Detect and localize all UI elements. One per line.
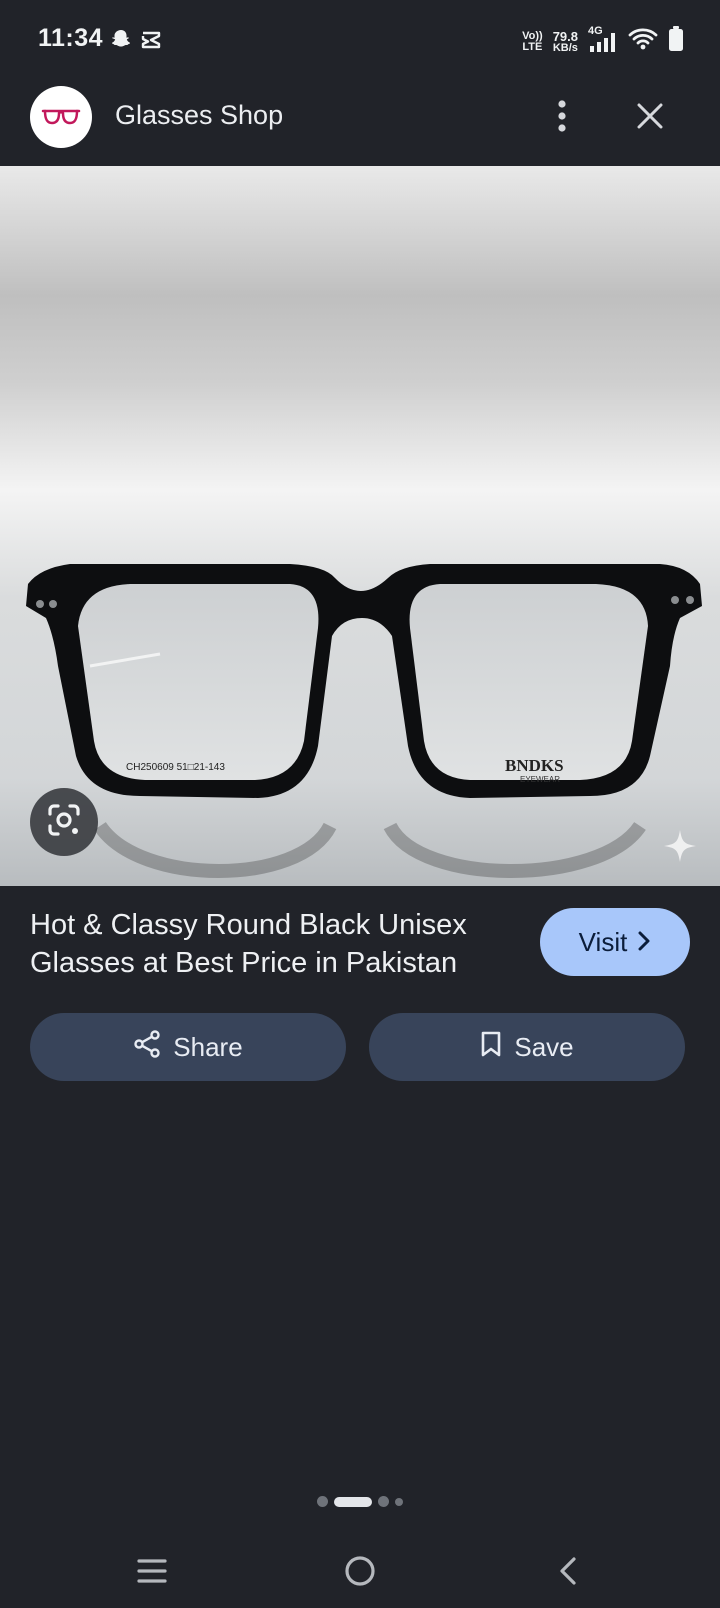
volte-indicator: Vo)) LTE (522, 29, 543, 53)
system-status: Vo)) LTE 79.8 KB/s 4G (522, 25, 684, 57)
glasses-logo-icon[interactable] (30, 86, 92, 148)
battery-icon (668, 26, 684, 57)
sparkle-icon (662, 828, 698, 864)
chevron-right-icon (637, 927, 651, 958)
page-dot[interactable] (378, 1496, 389, 1507)
frame-size-text: CH250609 51□21-143 (126, 762, 225, 773)
speed-unit: KB/s (552, 41, 578, 54)
volte-top: Vo)) (522, 29, 543, 42)
home-icon (344, 1555, 376, 1592)
page-dot-active[interactable] (334, 1496, 372, 1507)
home-button[interactable] (330, 1548, 390, 1598)
navigation-bar (0, 1540, 720, 1608)
page-indicator (0, 1496, 720, 1507)
notification-icons (110, 28, 162, 55)
visit-label: Visit (578, 926, 628, 957)
google-lens-button[interactable] (30, 788, 98, 856)
page-dot[interactable] (395, 1497, 403, 1506)
close-icon (636, 102, 664, 135)
save-label: Save (514, 1031, 574, 1062)
menu-icon (137, 1558, 167, 1589)
save-button[interactable]: Save (369, 1013, 685, 1081)
brand-sub-text: EYEWEAR (520, 775, 560, 784)
more-options-button[interactable] (540, 96, 584, 140)
back-icon (558, 1556, 578, 1591)
product-image[interactable]: CH250609 51□21-143 BNDKS EYEWEAR (0, 166, 720, 886)
share-icon (133, 1029, 161, 1065)
bookmark-icon (480, 1030, 502, 1065)
close-button[interactable] (628, 96, 672, 140)
screen: 11:34 Vo)) LTE 79.8 KB/s 4G Glasses Shop… (0, 0, 720, 1608)
header-title: Glasses Shop (115, 100, 284, 130)
wifi-icon (628, 27, 658, 56)
capcut-icon (140, 28, 162, 55)
share-button[interactable]: Share (30, 1013, 346, 1081)
recent-apps-button[interactable] (122, 1548, 182, 1598)
signal-icon: 4G (588, 25, 618, 55)
speed-value: 79.8 (552, 28, 578, 44)
network-speed: 79.8 KB/s (553, 30, 578, 54)
back-button[interactable] (538, 1548, 598, 1598)
volte-bottom: LTE (522, 40, 543, 53)
status-bar: 11:34 Vo)) LTE 79.8 KB/s 4G (0, 0, 720, 80)
brand-text: BNDKS (505, 756, 564, 775)
lens-icon (46, 802, 82, 843)
snapchat-icon (110, 28, 132, 55)
more-vert-icon (557, 99, 567, 138)
status-time: 11:34 (38, 24, 104, 52)
product-title: Hot & Classy Round Black Unisex Glasses … (30, 909, 467, 979)
visit-button[interactable]: Visit (540, 908, 690, 976)
share-label: Share (173, 1031, 243, 1062)
page-dot[interactable] (317, 1496, 328, 1507)
glasses-photo: CH250609 51□21-143 BNDKS EYEWEAR (0, 166, 720, 886)
app-header: Glasses Shop (0, 80, 720, 166)
